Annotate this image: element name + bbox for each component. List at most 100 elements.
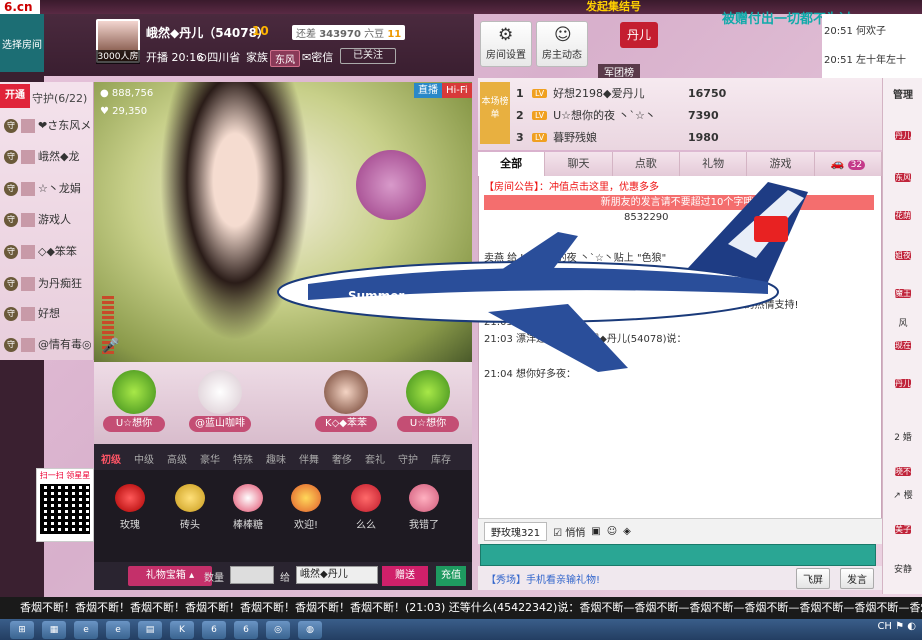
showroom-tip[interactable]: 【秀场】手机看亲输礼物!	[486, 571, 600, 586]
ie-icon[interactable]: e	[106, 620, 130, 639]
user-item[interactable]: 美子	[886, 524, 920, 535]
gift-item[interactable]: 棒棒糖	[222, 484, 274, 531]
car-icon: 🚗	[830, 157, 845, 170]
gift-tab[interactable]: 守护	[391, 444, 424, 470]
media-icon[interactable]: ◍	[298, 620, 322, 639]
gift-box-button[interactable]: 礼物宝箱 ▴	[128, 566, 212, 586]
user-item[interactable]: 安静	[886, 562, 920, 575]
army-rank-tab[interactable]: 军团榜	[598, 64, 640, 79]
user-item[interactable]: 2 婚	[886, 430, 920, 443]
explorer-icon[interactable]: ▦	[42, 620, 66, 639]
guard-icon: 守	[4, 338, 18, 352]
user-item[interactable]: 花荫	[886, 210, 920, 221]
airplane-animation: Summer	[277, 182, 808, 372]
gift-tab[interactable]: 特殊	[226, 444, 259, 470]
tab-car[interactable]: 🚗 32	[815, 152, 882, 176]
host-level: 10	[252, 24, 269, 38]
mic-icon[interactable]: 🎤	[102, 338, 119, 354]
user-item[interactable]: 丹儿	[886, 130, 920, 141]
gift-item[interactable]: 玫瑰	[104, 484, 156, 531]
fan-badge[interactable]: 丹儿	[620, 22, 658, 48]
app-icon[interactable]: ▤	[138, 620, 162, 639]
family-tag[interactable]: 东风	[270, 50, 300, 67]
mail-button[interactable]: ✉密信	[302, 49, 333, 65]
open-guard-button[interactable]: 开通	[0, 84, 30, 108]
gift-tab[interactable]: 奢侈	[325, 444, 358, 470]
seat-slot[interactable]: U☆想你	[103, 370, 165, 440]
gift-tab[interactable]: 中级	[127, 444, 160, 470]
wealth-icon: ●	[100, 88, 109, 99]
gift-tab[interactable]: 伴舞	[292, 444, 325, 470]
recipient-select[interactable]: 峨然◆丹儿	[296, 566, 378, 584]
browser-icon[interactable]: e	[74, 620, 98, 639]
ranking-row[interactable]: 2 LV U☆想你的夜 丶`☆丶 7390	[516, 104, 876, 126]
guard-item[interactable]: 守 @情有毒◎	[4, 333, 92, 357]
whisper-checkbox[interactable]: ☑ 悄悄	[553, 524, 585, 539]
send-button[interactable]: 发言	[840, 567, 874, 589]
sorry-icon	[409, 484, 439, 512]
start-icon[interactable]: ⊞	[10, 620, 34, 639]
host-location: ⊙四川省	[198, 51, 241, 64]
user-item[interactable]: 晓不	[886, 466, 920, 477]
lollipop-icon	[233, 484, 263, 512]
right-user-list	[882, 78, 922, 594]
follow-button[interactable]: 已关注	[340, 48, 396, 64]
gift-item[interactable]: 砖头	[164, 484, 216, 531]
quantity-input[interactable]	[230, 566, 274, 584]
host-name: 峨然◆丹儿（54078）	[146, 26, 269, 40]
gift-tab[interactable]: 高级	[160, 444, 193, 470]
guard-item[interactable]: 守 ◇◆笨笨	[4, 240, 92, 264]
fly-screen-button[interactable]: 飞屏	[796, 567, 830, 589]
user-item[interactable]: ↗ 樱	[886, 488, 920, 501]
gift-tab[interactable]: 套礼	[358, 444, 391, 470]
give-button[interactable]: 赠送	[382, 566, 428, 586]
ranking-row[interactable]: 3 LV 暮野残娘 1980	[516, 126, 876, 148]
gift-tab[interactable]: 库存	[424, 444, 457, 470]
gift-tab[interactable]: 初级	[94, 444, 127, 470]
host-news-button[interactable]: ☺ 房主动态	[536, 21, 588, 67]
guard-item[interactable]: 守峨然◆龙	[4, 145, 92, 169]
gift-item[interactable]: 我错了	[398, 484, 450, 531]
system-tray[interactable]: CH ⚑ ◐	[877, 621, 916, 632]
kugou-icon[interactable]: K	[170, 620, 194, 639]
site-logo[interactable]: 6.cn	[0, 0, 40, 14]
six-room-icon[interactable]: 6	[202, 620, 226, 639]
gift-tabs: 初级 中级 高级 豪华 特殊 趣味 伴舞 奢侈 套礼 守护 库存	[94, 444, 472, 470]
guard-item[interactable]: 守好想	[4, 302, 92, 326]
user-item[interactable]: 东风	[886, 172, 920, 183]
assemble-flag-button[interactable]: 发起集结号	[586, 0, 641, 14]
gift-tab[interactable]: 趣味	[259, 444, 292, 470]
guard-item[interactable]: 守 ❤さ东风メ	[4, 114, 92, 138]
user-item[interactable]: 风	[886, 316, 920, 329]
six-room-icon[interactable]: 6	[234, 620, 258, 639]
message-input[interactable]	[480, 544, 876, 566]
gift-tab[interactable]: 豪华	[193, 444, 226, 470]
user-item[interactable]: 丹儿	[886, 378, 920, 389]
seat-slot[interactable]: @蓝山咖啡	[189, 370, 251, 440]
recharge-button[interactable]: 充值	[436, 566, 466, 586]
qr-code[interactable]	[40, 484, 90, 534]
user-item[interactable]: 魔王	[886, 288, 920, 299]
ranking-row[interactable]: 1 LV 好想2198◆爱丹儿 16750	[516, 82, 876, 104]
user-item[interactable]: 姐夜	[886, 250, 920, 261]
guard-item[interactable]: 守游戏人	[4, 208, 92, 232]
guard-item[interactable]: 守为丹痴狂	[4, 272, 92, 296]
image-icon[interactable]: ▣	[591, 526, 600, 537]
taskbar: ⊞ ▦ e e ▤ K 6 6 ◎ ◍ CH ⚑ ◐	[0, 619, 922, 640]
seat-slot[interactable]: K◇◆苯苯	[315, 370, 377, 440]
room-settings-button[interactable]: ⚙ 房间设置	[480, 21, 532, 67]
gift-item[interactable]: 么么	[340, 484, 392, 531]
seat-slot[interactable]: U☆想你	[397, 370, 459, 440]
recipient-name[interactable]: 野玫瑰321	[484, 522, 548, 541]
rank-progress: 还差 343970 六豆 11	[292, 25, 406, 40]
quantity-label: 数量	[204, 573, 224, 584]
hifi-tag[interactable]: Hi-Fi	[442, 83, 472, 98]
chrome-icon[interactable]: ◎	[266, 620, 290, 639]
select-room-button[interactable]: 选择房间	[0, 14, 44, 72]
emoji-icon[interactable]: ☺	[607, 526, 617, 537]
guard-item[interactable]: 守 ☆丶龙娟	[4, 177, 92, 201]
gift-item[interactable]: 欢迎!	[280, 484, 332, 531]
user-item[interactable]: 现在	[886, 340, 920, 351]
guard-icon: 守	[4, 150, 18, 164]
vip-icon[interactable]: ◈	[623, 526, 631, 537]
